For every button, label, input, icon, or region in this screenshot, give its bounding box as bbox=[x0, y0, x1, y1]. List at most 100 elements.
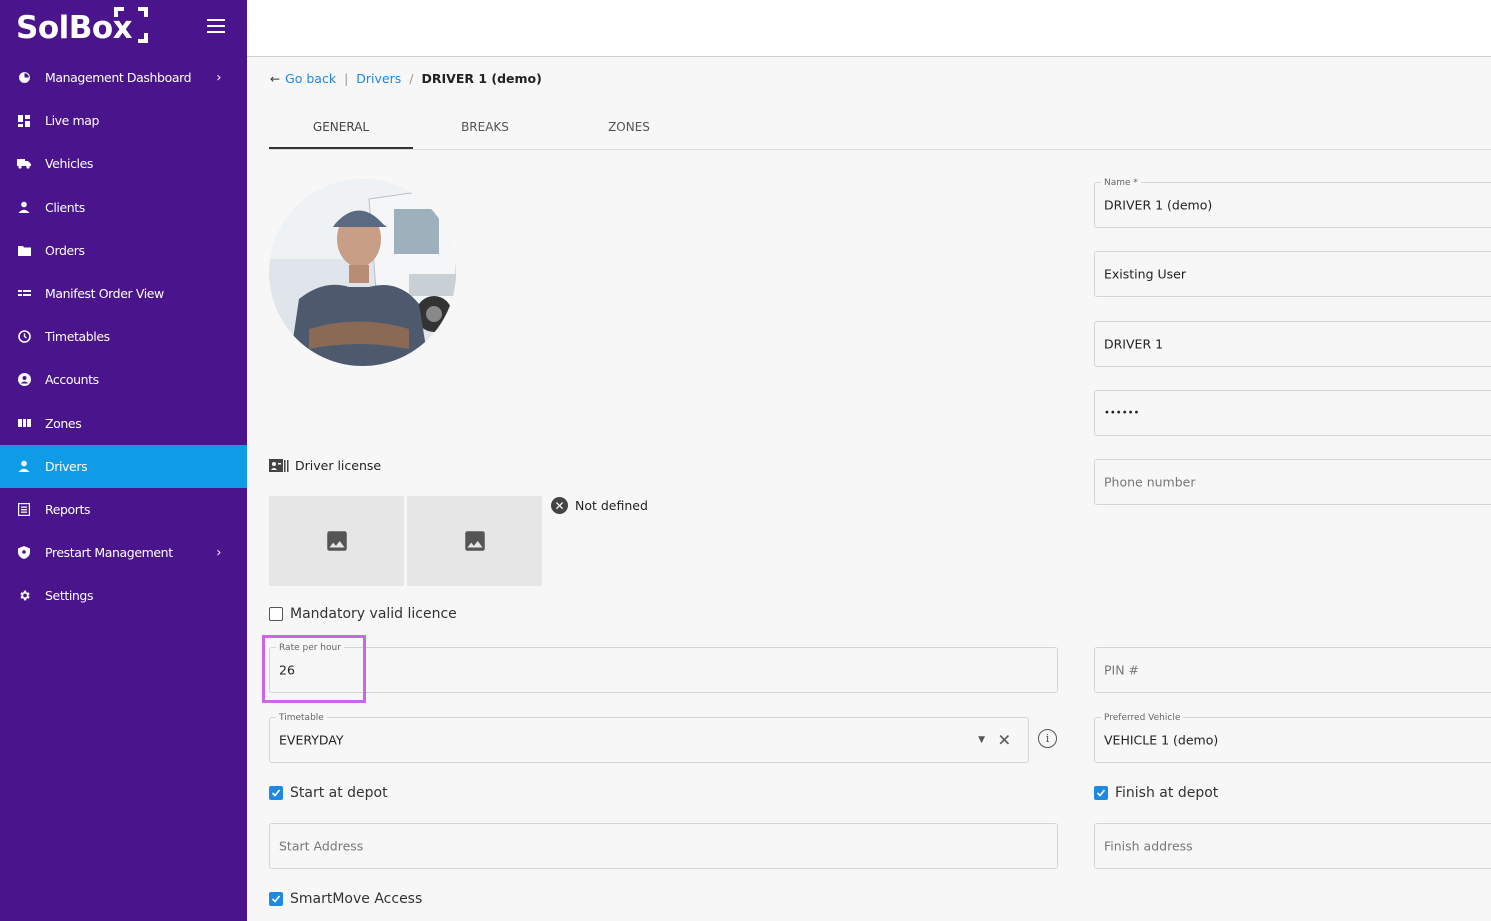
name-field-label: Name * bbox=[1101, 177, 1141, 189]
user-type-select[interactable]: Existing User bbox=[1094, 251, 1491, 297]
sidebar-item-label: Timetables bbox=[45, 329, 110, 345]
sidebar-item-drivers[interactable]: Drivers bbox=[0, 444, 247, 488]
timetable-value: EVERYDAY bbox=[279, 732, 344, 748]
folder-icon bbox=[17, 243, 31, 257]
username-field[interactable]: DRIVER 1 bbox=[1094, 321, 1491, 367]
checkbox-checked-icon bbox=[1094, 786, 1108, 800]
pin-input[interactable]: PIN # bbox=[1094, 647, 1491, 693]
smartmove-access-label: SmartMove Access bbox=[290, 891, 423, 907]
driver-avatar[interactable] bbox=[269, 179, 456, 366]
rate-per-hour-input[interactable]: Rate per hour 26 bbox=[269, 642, 1058, 693]
smartmove-access-checkbox[interactable]: SmartMove Access bbox=[269, 891, 422, 907]
sidebar: SolBox Management Dashboard › Live map Vehi… bbox=[0, 0, 247, 921]
sidebar-item-label: Settings bbox=[45, 588, 94, 604]
chevron-right-icon: › bbox=[216, 70, 221, 86]
sidebar-item-label: Manifest Order View bbox=[45, 286, 164, 302]
tab-zones[interactable]: ZONES bbox=[557, 108, 701, 149]
mandatory-licence-checkbox[interactable]: Mandatory valid licence bbox=[269, 606, 457, 622]
sidebar-item-settings[interactable]: Settings bbox=[0, 574, 247, 617]
map-icon bbox=[17, 416, 31, 430]
sidebar-item-management-dashboard[interactable]: Management Dashboard › bbox=[0, 56, 247, 99]
username-value: DRIVER 1 bbox=[1104, 336, 1164, 352]
account-circle-icon bbox=[17, 373, 31, 387]
person-icon bbox=[17, 459, 31, 473]
finish-address-placeholder: Finish address bbox=[1104, 838, 1193, 854]
sidebar-item-prestart-management[interactable]: Prestart Management › bbox=[0, 531, 247, 574]
preferred-vehicle-value: VEHICLE 1 (demo) bbox=[1104, 732, 1219, 748]
logo-bar: SolBox bbox=[0, 0, 247, 56]
clock-icon bbox=[17, 330, 31, 344]
close-circle-icon: ✕ bbox=[551, 497, 568, 514]
finish-at-depot-label: Finish at depot bbox=[1115, 785, 1219, 801]
sidebar-item-vehicles[interactable]: Vehicles bbox=[0, 142, 247, 185]
password-field[interactable]: •••••• bbox=[1094, 390, 1491, 436]
driver-license-label: Driver license bbox=[295, 458, 382, 473]
mandatory-licence-label: Mandatory valid licence bbox=[290, 606, 457, 622]
image-placeholder-icon bbox=[464, 531, 485, 551]
id-card-icon bbox=[269, 458, 289, 473]
breadcrumb-separator: / bbox=[409, 71, 414, 86]
start-address-input[interactable]: Start Address bbox=[269, 823, 1058, 869]
timetable-label: Timetable bbox=[276, 712, 327, 724]
preferred-vehicle-label: Preferred Vehicle bbox=[1101, 712, 1184, 724]
checkbox-checked-icon bbox=[269, 892, 283, 906]
highlight-box bbox=[262, 635, 366, 703]
preferred-vehicle-select[interactable]: Preferred Vehicle VEHICLE 1 (demo) bbox=[1094, 712, 1491, 763]
sidebar-item-orders[interactable]: Orders bbox=[0, 229, 247, 272]
sidebar-item-label: Clients bbox=[45, 199, 85, 215]
phone-number-input[interactable]: Phone number bbox=[1094, 459, 1491, 505]
pin-placeholder: PIN # bbox=[1104, 662, 1140, 678]
report-icon bbox=[17, 502, 31, 516]
sidebar-item-label: Orders bbox=[45, 242, 85, 258]
sidebar-item-manifest-order-view[interactable]: Manifest Order View bbox=[0, 272, 247, 315]
brand-logo: SolBox bbox=[16, 7, 149, 46]
breadcrumb-separator: | bbox=[344, 71, 349, 86]
checkbox-checked-icon bbox=[269, 786, 283, 800]
tab-general[interactable]: GENERAL bbox=[269, 108, 413, 149]
finish-at-depot-checkbox[interactable]: Finish at depot bbox=[1094, 785, 1218, 801]
sidebar-item-live-map[interactable]: Live map bbox=[0, 99, 247, 142]
start-at-depot-checkbox[interactable]: Start at depot bbox=[269, 785, 388, 801]
dropdown-arrow-icon[interactable]: ▼ bbox=[978, 735, 985, 745]
breadcrumb-current: DRIVER 1 (demo) bbox=[421, 71, 542, 86]
sidebar-item-label: Management Dashboard bbox=[45, 70, 192, 86]
sidebar-item-label: Prestart Management bbox=[45, 545, 173, 561]
tab-breaks[interactable]: BREAKS bbox=[413, 108, 557, 149]
grid-icon bbox=[17, 114, 31, 128]
sidebar-item-label: Live map bbox=[45, 113, 100, 129]
sidebar-item-reports[interactable]: Reports bbox=[0, 488, 247, 531]
sidebar-item-label: Reports bbox=[45, 501, 91, 517]
tab-bar: GENERAL BREAKS ZONES bbox=[269, 108, 1491, 150]
image-placeholder-icon bbox=[326, 531, 347, 551]
name-field[interactable]: Name * DRIVER 1 (demo) bbox=[1094, 177, 1491, 228]
license-back-image[interactable] bbox=[407, 496, 542, 586]
clear-icon[interactable]: ✕ bbox=[998, 731, 1011, 750]
logo-brackets-icon bbox=[114, 7, 149, 43]
info-icon[interactable]: i bbox=[1038, 729, 1057, 748]
gear-icon bbox=[17, 589, 31, 603]
license-front-image[interactable] bbox=[269, 496, 404, 586]
sidebar-item-label: Drivers bbox=[45, 458, 88, 474]
phone-number-placeholder: Phone number bbox=[1104, 474, 1196, 490]
chevron-right-icon: › bbox=[216, 545, 221, 561]
checkbox-icon bbox=[269, 607, 283, 621]
drivers-link[interactable]: Drivers bbox=[356, 71, 401, 86]
timetable-select[interactable]: Timetable EVERYDAY ▼ ✕ bbox=[269, 712, 1029, 763]
license-status: ✕ Not defined bbox=[551, 497, 648, 514]
breadcrumb: ← Go back | Drivers / DRIVER 1 (demo) bbox=[270, 71, 542, 86]
finish-address-input[interactable]: Finish address bbox=[1094, 823, 1491, 869]
password-value: •••••• bbox=[1104, 407, 1140, 419]
sidebar-nav: Management Dashboard › Live map Vehicles Cli… bbox=[0, 56, 247, 617]
sidebar-item-zones[interactable]: Zones bbox=[0, 402, 247, 445]
sidebar-item-clients[interactable]: Clients bbox=[0, 186, 247, 229]
top-bar bbox=[247, 0, 1491, 57]
license-status-text: Not defined bbox=[575, 498, 648, 513]
menu-toggle-button[interactable] bbox=[207, 19, 225, 33]
sidebar-item-timetables[interactable]: Timetables bbox=[0, 315, 247, 358]
person-icon bbox=[17, 200, 31, 214]
dashboard-icon bbox=[17, 71, 31, 85]
arrow-left-icon[interactable]: ← bbox=[270, 72, 280, 86]
sidebar-item-accounts[interactable]: Accounts bbox=[0, 358, 247, 401]
shield-icon bbox=[17, 546, 31, 560]
go-back-link[interactable]: Go back bbox=[285, 71, 336, 86]
